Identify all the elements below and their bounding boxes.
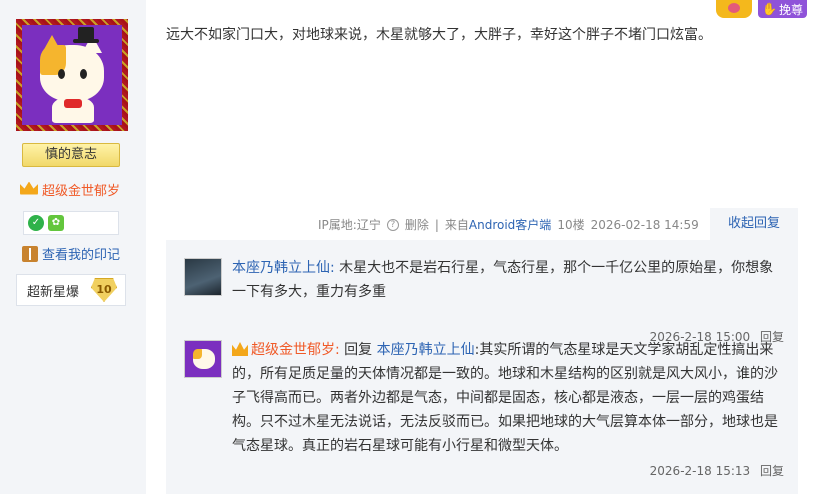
author-badges: ✓ ✿	[23, 211, 119, 235]
reply-target-link[interactable]: 本座乃韩立上仙	[377, 342, 475, 358]
source-info: 来自Android客户端	[445, 216, 551, 233]
top-widget: ✋ 挽尊	[716, 0, 814, 18]
help-icon[interactable]: ?	[386, 218, 399, 231]
ip-location: IP属地:辽宁	[318, 218, 381, 232]
post-meta: IP属地:辽宁 ? 删除 | 来自Android客户端 10楼 2026-02-…	[318, 216, 705, 233]
promote-label: 挽尊	[778, 2, 803, 17]
floor-number: 10楼	[557, 218, 585, 232]
reply-item: 超级金世郁岁: 回复 本座乃韩立上仙:其实所谓的气态星球是天文学家胡乱定性搞出来…	[184, 340, 784, 490]
reply-avatar[interactable]	[184, 258, 222, 296]
check-badge-icon[interactable]: ✓	[28, 215, 44, 231]
meta-separator: |	[434, 217, 439, 232]
reply-body: :其实所谓的气态星球是天文学家胡乱定性搞出来的，所有足质足量的天体情况都是一致的…	[232, 342, 778, 454]
reply-user-link[interactable]: 超级金世郁岁:	[251, 342, 340, 358]
reply-text: 本座乃韩立上仙: 木星大也不是岩石行星，气态行星，那个一千亿公里的原始星，你想象…	[232, 256, 782, 304]
book-icon	[22, 245, 38, 262]
star-level-box[interactable]: 超新星爆 10	[16, 274, 126, 306]
author-level[interactable]: 超级金世郁岁	[20, 180, 120, 199]
reply-item: 本座乃韩立上仙: 木星大也不是岩石行星，气态行星，那个一千亿公里的原始星，你想象…	[184, 256, 784, 344]
post-time: 2026-02-18 14:59	[590, 217, 699, 232]
post-content: 远大不如家门口大，对地球来说，木星就够大了，大胖子，幸好这个胖子不堵门口炫富。	[166, 27, 712, 43]
delete-link[interactable]: 删除	[405, 216, 429, 233]
star-level-badge: 10	[91, 278, 118, 302]
reply-text: 超级金世郁岁: 回复 本座乃韩立上仙:其实所谓的气态星球是天文学家胡乱定性搞出来…	[232, 338, 782, 458]
memo-link[interactable]: 查看我的印记	[42, 244, 120, 263]
source-link[interactable]: Android客户端	[469, 218, 551, 232]
source-prefix: 来自	[444, 218, 469, 232]
reply-time: 2026-2-18 15:13	[649, 464, 751, 478]
author-motto: 慎的意志	[22, 143, 120, 167]
vip-crown-icon	[232, 342, 248, 356]
reply-list: 本座乃韩立上仙: 木星大也不是岩石行星，气态行星，那个一千亿公里的原始星，你想象…	[166, 240, 798, 494]
vip-crown-icon	[20, 181, 38, 198]
crown-icon[interactable]	[716, 0, 752, 18]
collapse-replies-button[interactable]: 收起回复	[710, 208, 798, 240]
reply-avatar[interactable]	[184, 340, 222, 378]
reply-button[interactable]: 回复	[760, 464, 784, 478]
reply-footer: 2026-2-18 15:13 回复	[644, 462, 784, 479]
reply-user-link[interactable]: 本座乃韩立上仙:	[232, 260, 335, 276]
author-sidebar: 慎的意志 超级金世郁岁 ✓ ✿ 查看我的印记 超新星爆 10	[0, 0, 146, 494]
leaf-badge-icon[interactable]: ✿	[48, 215, 64, 231]
promote-button[interactable]: ✋ 挽尊	[758, 0, 807, 18]
author-avatar[interactable]	[16, 19, 128, 131]
author-level-name: 超级金世郁岁	[42, 184, 121, 199]
cat-avatar-image	[22, 25, 122, 125]
star-label: 超新星爆	[27, 284, 80, 300]
memo-link-row[interactable]: 查看我的印记	[22, 244, 120, 263]
promote-hand-icon: ✋	[762, 2, 777, 16]
reply-word: 回复	[344, 342, 373, 358]
